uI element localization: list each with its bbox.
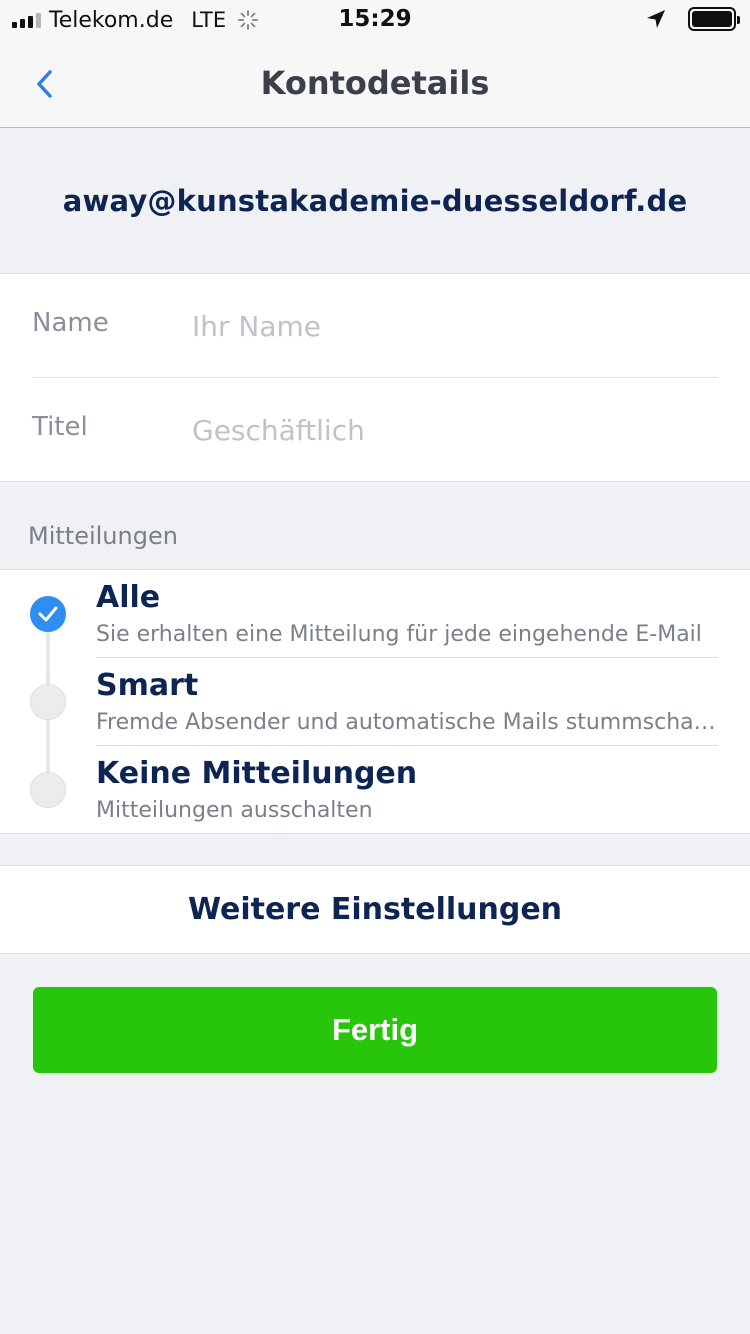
- more-settings-label: Weitere Einstellungen: [187, 892, 563, 927]
- option-title: Smart: [96, 668, 199, 703]
- status-right: [646, 7, 740, 31]
- battery-icon: [688, 7, 740, 31]
- page-title: Kontodetails: [260, 64, 490, 102]
- notification-option-alle[interactable]: Alle Sie erhalten eine Mitteilung für je…: [0, 570, 750, 658]
- radio-unselected-icon[interactable]: [30, 684, 66, 720]
- notification-option-keine[interactable]: Keine Mitteilungen Mitteilungen ausschal…: [0, 746, 750, 834]
- status-time: 15:29: [338, 6, 412, 32]
- title-input[interactable]: [192, 400, 712, 460]
- option-title: Alle: [96, 580, 161, 615]
- notifications-list: Alle Sie erhalten eine Mitteilung für je…: [0, 569, 750, 834]
- notification-option-smart[interactable]: Smart Fremde Absender und automatische M…: [0, 658, 750, 746]
- notifications-section-label: Mitteilungen: [28, 522, 178, 550]
- account-header: away@kunstakademie-duesseldorf.de: [0, 129, 750, 273]
- radio-unselected-icon[interactable]: [30, 772, 66, 808]
- nav-bar: Kontodetails: [0, 40, 750, 128]
- title-label: Titel: [32, 412, 88, 442]
- title-row: Titel: [32, 378, 718, 482]
- account-email: away@kunstakademie-duesseldorf.de: [62, 184, 688, 218]
- name-input[interactable]: [192, 296, 712, 356]
- radio-selected-checkmark-icon[interactable]: [30, 596, 66, 632]
- location-arrow-icon: [647, 10, 665, 28]
- done-button-label: Fertig: [331, 1012, 419, 1047]
- option-title: Keine Mitteilungen: [96, 756, 418, 791]
- option-description: Sie erhalten eine Mitteilung für jede ei…: [96, 622, 702, 647]
- more-settings-button[interactable]: Weitere Einstellungen: [0, 865, 750, 954]
- name-label: Name: [32, 308, 109, 338]
- status-bar: Telekom.de LTE 15:29: [0, 0, 750, 40]
- done-button[interactable]: Fertig: [33, 987, 717, 1073]
- option-description: Fremde Absender und automatische Mails s…: [96, 710, 716, 735]
- name-row: Name: [32, 274, 718, 378]
- account-form: Name Titel: [0, 273, 750, 482]
- option-description: Mitteilungen ausschalten: [96, 798, 373, 823]
